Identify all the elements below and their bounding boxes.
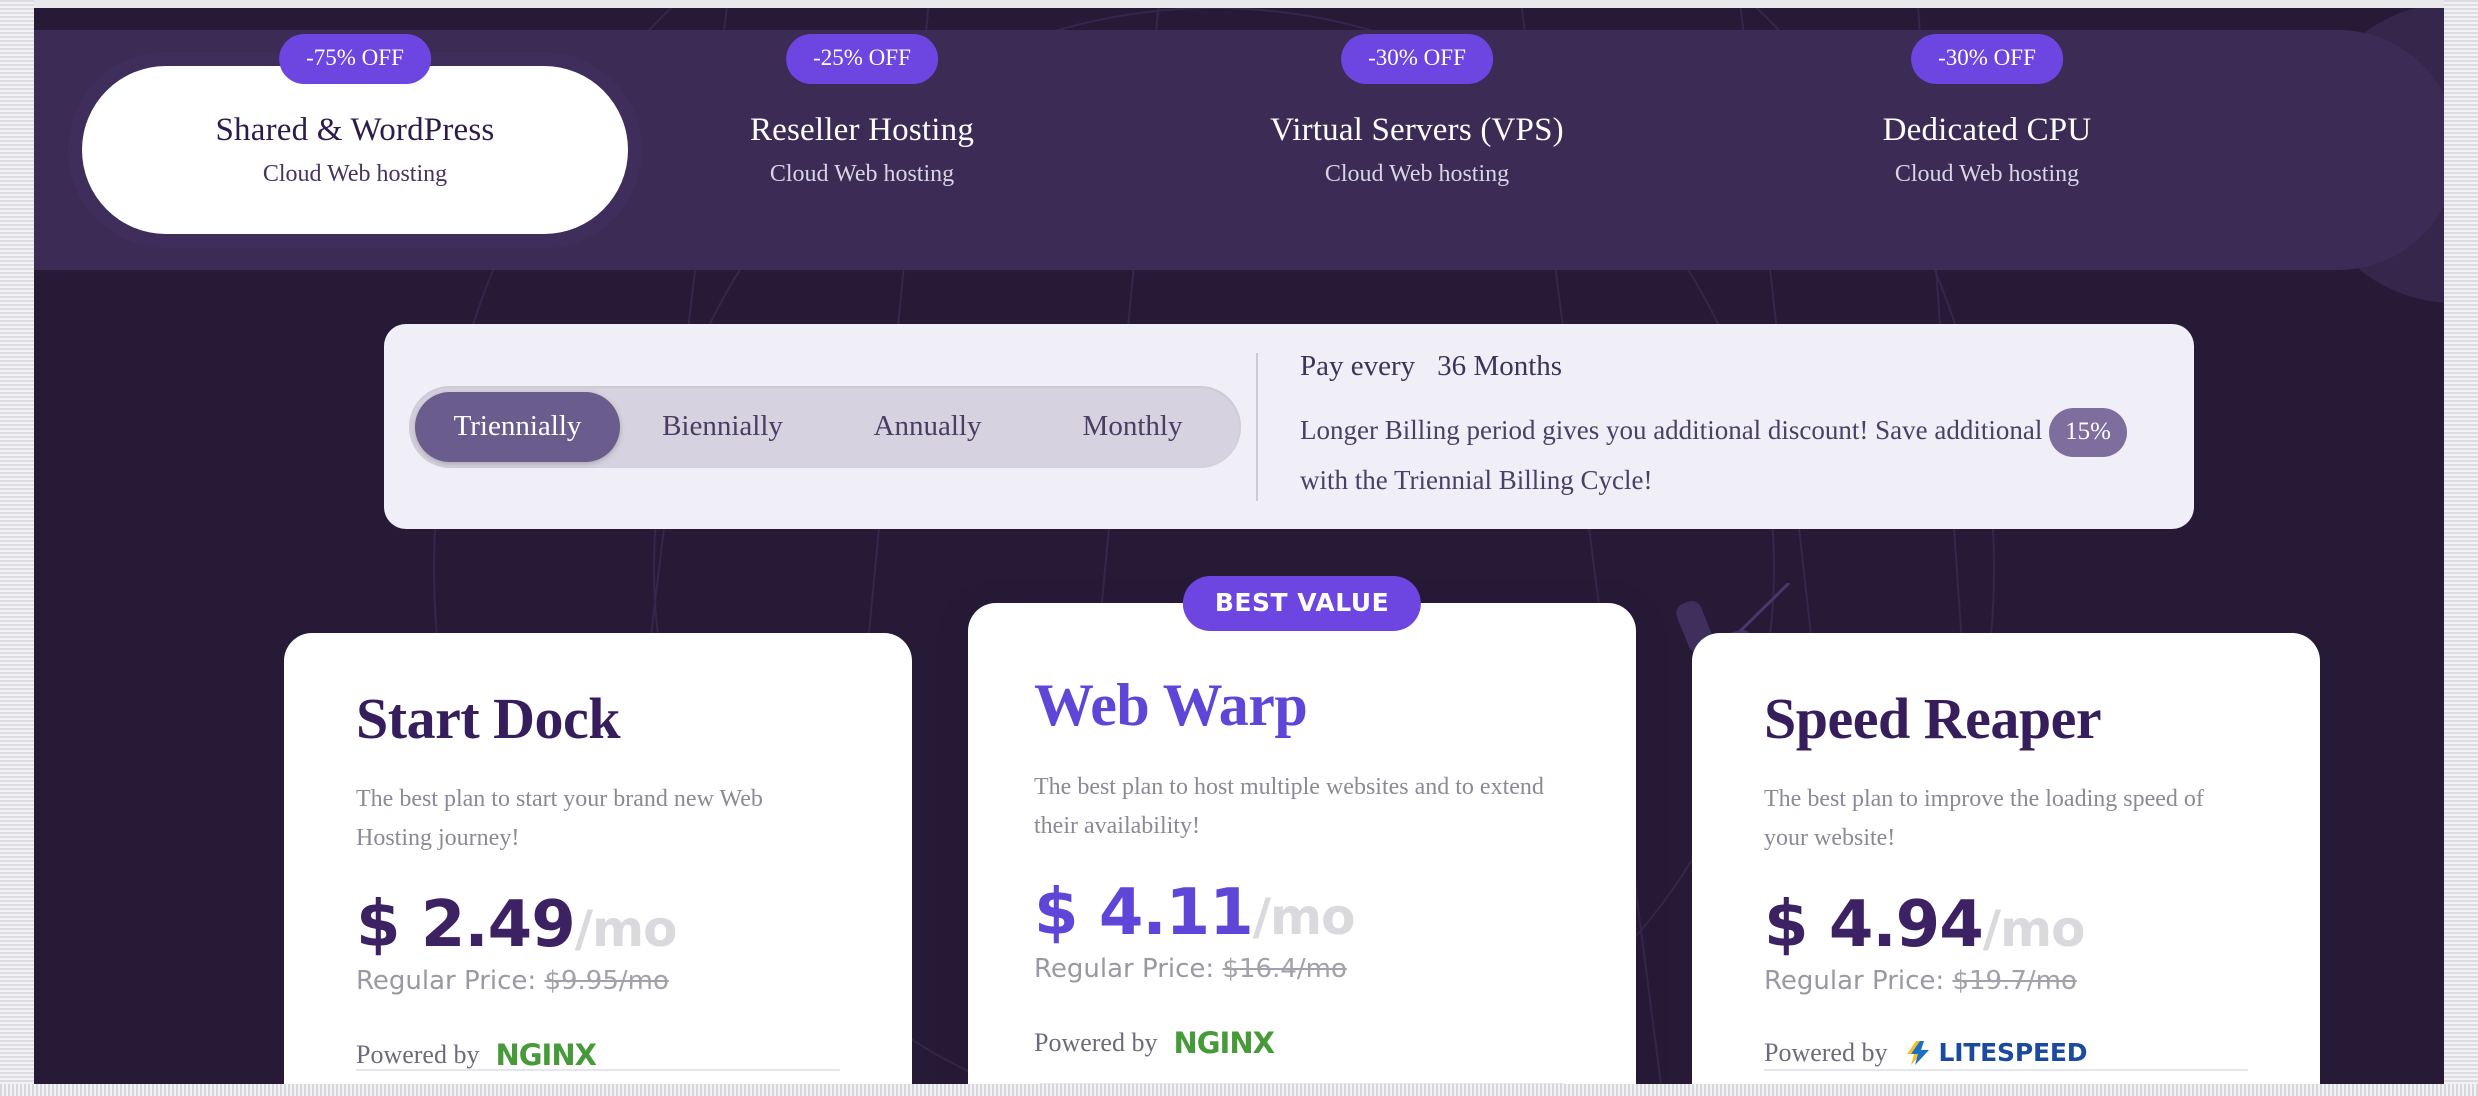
plan-regular-price: Regular Price: $16.4/mo (1034, 954, 1636, 984)
plan-name: Web Warp (1034, 672, 1308, 738)
discount-note-after: with the Triennial Billing Cycle! (1300, 464, 1653, 495)
tab-discount-badge: -30% OFF (1911, 34, 2063, 84)
discount-note: Longer Billing period gives you addition… (1300, 407, 2180, 503)
tab-title: Reseller Hosting (749, 112, 975, 148)
tab-reseller-hosting[interactable]: -25% OFF Reseller Hosting Cloud Web hostin… (589, 34, 1135, 234)
regular-price-label: Regular Price: (1764, 965, 1945, 996)
pay-every-label: Pay every (1300, 349, 1416, 382)
powered-by-row: Powered by NGINX (356, 1038, 912, 1072)
powered-by-label: Powered by (1034, 1027, 1158, 1057)
card-divider (356, 1069, 840, 1071)
plan-regular-price: Regular Price: $19.7/mo (1764, 966, 2320, 996)
billing-cycle-monthly[interactable]: Monthly (1030, 392, 1235, 462)
plan-description: The best plan to host multiple websites … (1034, 774, 1544, 839)
plan-price-period: /mo (1982, 899, 2086, 958)
plan-description: The best plan to improve the loading spe… (1764, 786, 2204, 851)
nginx-logo: NGINX (495, 1037, 596, 1072)
regular-price-value: $19.7/mo (1952, 965, 2077, 996)
plan-price: $ 4.11 (1034, 875, 1254, 950)
plan-card-web-warp[interactable]: Web Warp The best plan to host multiple w… (968, 603, 1636, 1084)
litespeed-logo: LITESPEED (1903, 1038, 2087, 1067)
powered-by-label: Powered by (356, 1039, 480, 1069)
pay-every-row: Pay every 36 Months (1300, 350, 2180, 383)
scrollbar-bottom[interactable] (0, 1084, 2478, 1096)
plan-price-row: $ 4.94/mo (1764, 888, 2320, 962)
billing-cycle-triennially[interactable]: Triennially (415, 391, 620, 462)
window-frame-left (0, 0, 34, 1096)
regular-price-value: $9.95/mo (544, 965, 669, 996)
plan-name: Start Dock (356, 686, 621, 751)
tab-discount-badge: -30% OFF (1341, 34, 1493, 84)
browser-viewport: -75% OFF Shared & WordPress Cloud Web host… (0, 0, 2478, 1096)
nginx-logo: NGINX (1173, 1025, 1274, 1060)
pricing-section: -75% OFF Shared & WordPress Cloud Web host… (34, 8, 2444, 1084)
plan-price: $ 2.49 (356, 887, 576, 962)
tab-subtitle: Cloud Web hosting (769, 161, 955, 187)
regular-price-label: Regular Price: (1034, 953, 1215, 984)
tab-discount-badge: -75% OFF (279, 34, 431, 84)
plan-category-tabbar: -75% OFF Shared & WordPress Cloud Web host… (34, 30, 2444, 270)
tab-title: Dedicated CPU (1882, 112, 2092, 148)
tab-subtitle: Cloud Web hosting (1324, 161, 1510, 187)
powered-by-row: Powered by NGINX (1034, 1026, 1636, 1060)
litespeed-wordmark: LITESPEED (1938, 1038, 2088, 1068)
tab-discount-badge: -25% OFF (786, 34, 938, 84)
plan-name: Speed Reaper (1764, 686, 2102, 751)
best-value-badge: BEST VALUE (1182, 576, 1422, 631)
tab-dedicated-cpu[interactable]: -30% OFF Dedicated CPU Cloud Web hosting (1714, 34, 2260, 234)
billing-cycle-track[interactable]: Triennially Biennially Annually Monthly (409, 385, 1241, 468)
billing-cycle-biennially[interactable]: Biennially (620, 392, 825, 462)
plan-price-period: /mo (574, 899, 678, 958)
pay-every-value: 36 Months (1437, 349, 1563, 382)
plan-price-period: /mo (1252, 887, 1356, 946)
discount-note-before: Longer Billing period gives you addition… (1300, 414, 2043, 445)
plan-price: $ 4.94 (1764, 887, 1984, 962)
tab-subtitle: Cloud Web hosting (262, 161, 448, 187)
billing-cycle-annually[interactable]: Annually (825, 392, 1030, 462)
plan-card-start-dock[interactable]: Start Dock The best plan to start your br… (284, 633, 912, 1084)
regular-price-value: $16.4/mo (1222, 953, 1347, 984)
discount-percent-badge: 15% (2049, 407, 2127, 457)
powered-by-row: Powered by LITESPEED (1764, 1038, 2320, 1068)
powered-by-label: Powered by (1764, 1037, 1888, 1067)
regular-price-label: Regular Price: (356, 965, 537, 996)
plan-regular-price: Regular Price: $9.95/mo (356, 966, 912, 996)
billing-cycle-switcher: Triennially Biennially Annually Monthly (384, 385, 1256, 468)
tab-title: Virtual Servers (VPS) (1270, 112, 1564, 148)
plan-price-row: $ 4.11/mo (1034, 876, 1636, 950)
plan-description: The best plan to start your brand new We… (356, 786, 763, 851)
plan-card-speed-reaper[interactable]: Speed Reaper The best plan to improve the… (1692, 633, 2320, 1084)
scrollbar-right[interactable] (2444, 0, 2478, 1096)
plan-price-row: $ 2.49/mo (356, 888, 912, 962)
tab-title: Shared & WordPress (215, 112, 495, 148)
tab-virtual-servers-vps[interactable]: -30% OFF Virtual Servers (VPS) Cloud Web h… (1144, 34, 1690, 234)
card-divider (1764, 1069, 2248, 1071)
tab-shared-wordpress[interactable]: -75% OFF Shared & WordPress Cloud Web host… (82, 34, 628, 234)
tab-subtitle: Cloud Web hosting (1894, 161, 2080, 187)
billing-info: Pay every 36 Months Longer Billing perio… (1258, 350, 2180, 503)
billing-cycle-panel: Triennially Biennially Annually Monthly Pay… (384, 324, 2194, 529)
